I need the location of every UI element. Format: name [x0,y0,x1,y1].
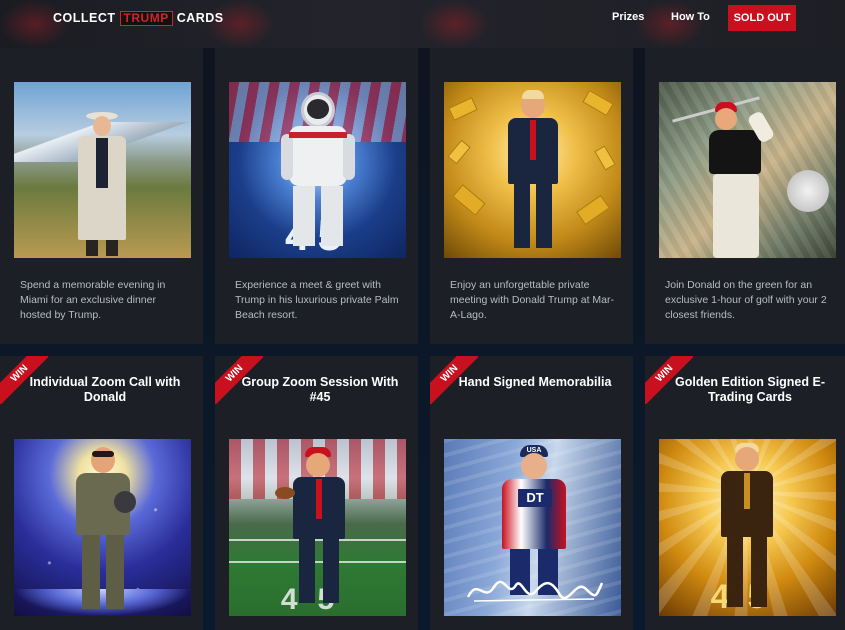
prize-title: Individual Zoom Call with Donald [29,375,181,404]
suit-figure [504,90,562,252]
golden-suit-figure [717,443,777,609]
prize-card-zoom-call[interactable]: WIN Individual Zoom Call with Donald [0,356,203,630]
prize-card-group-zoom[interactable]: WIN Group Zoom Session With #45 45 [215,356,418,630]
golfer-figure [705,102,776,258]
pilot-figure [70,447,136,615]
prize-card-golf[interactable]: Join Donald on the green for an exclusiv… [645,48,845,344]
logo-word-trump: TRUMP [119,10,173,26]
header-glow [420,0,490,48]
prize-title: Group Zoom Session With #45 [241,375,399,404]
gold-bars-image [444,82,621,258]
football-image: 45 [229,439,406,616]
nav-how-to[interactable]: How To [671,11,710,23]
cowboy-image [14,82,191,258]
prize-description: Enjoy an unforgettable private meeting w… [450,279,614,321]
astronaut-image: 45 [229,82,406,258]
cowboy-figure [72,112,132,258]
site-logo[interactable]: COLLECT TRUMP CARDS [53,10,224,26]
prize-card-memorabilia[interactable]: WIN Hand Signed Memorabilia USA DT [430,356,633,630]
logo-word-cards: CARDS [176,11,224,25]
golf-image [659,82,836,258]
football-figure [275,447,349,607]
prize-description: Join Donald on the green for an exclusiv… [665,279,827,321]
prize-description: Experience a meet & greet with Trump in … [235,279,399,321]
prize-title: Golden Edition Signed E-Trading Cards [675,375,825,404]
pilot-image [14,439,191,616]
racer-image: USA DT [444,439,621,616]
astronaut-figure [281,92,355,252]
logo-word-collect: COLLECT [53,11,116,25]
racer-jersey-text: DT [518,489,552,507]
header-glow [635,0,705,48]
nav-prizes[interactable]: Prizes [612,11,644,23]
prize-title: Hand Signed Memorabilia [458,375,612,389]
site-header: COLLECT TRUMP CARDS Prizes How To SOLD O… [0,0,845,48]
golden-card-image: 45 [659,439,836,616]
golf-ball-icon [787,170,829,212]
prize-card-mar-a-lago[interactable]: Enjoy an unforgettable private meeting w… [430,48,633,344]
prize-card-miami-dinner[interactable]: Spend a memorable evening in Miami for a… [0,48,203,344]
prize-card-palm-beach[interactable]: 45 Experience a meet & greet with Trump … [215,48,418,344]
signature-graphic [466,580,604,602]
sold-out-button[interactable]: SOLD OUT [728,5,796,31]
prize-card-golden-edition[interactable]: WIN Golden Edition Signed E-Trading Card… [645,356,845,630]
prize-description: Spend a memorable evening in Miami for a… [20,279,166,321]
